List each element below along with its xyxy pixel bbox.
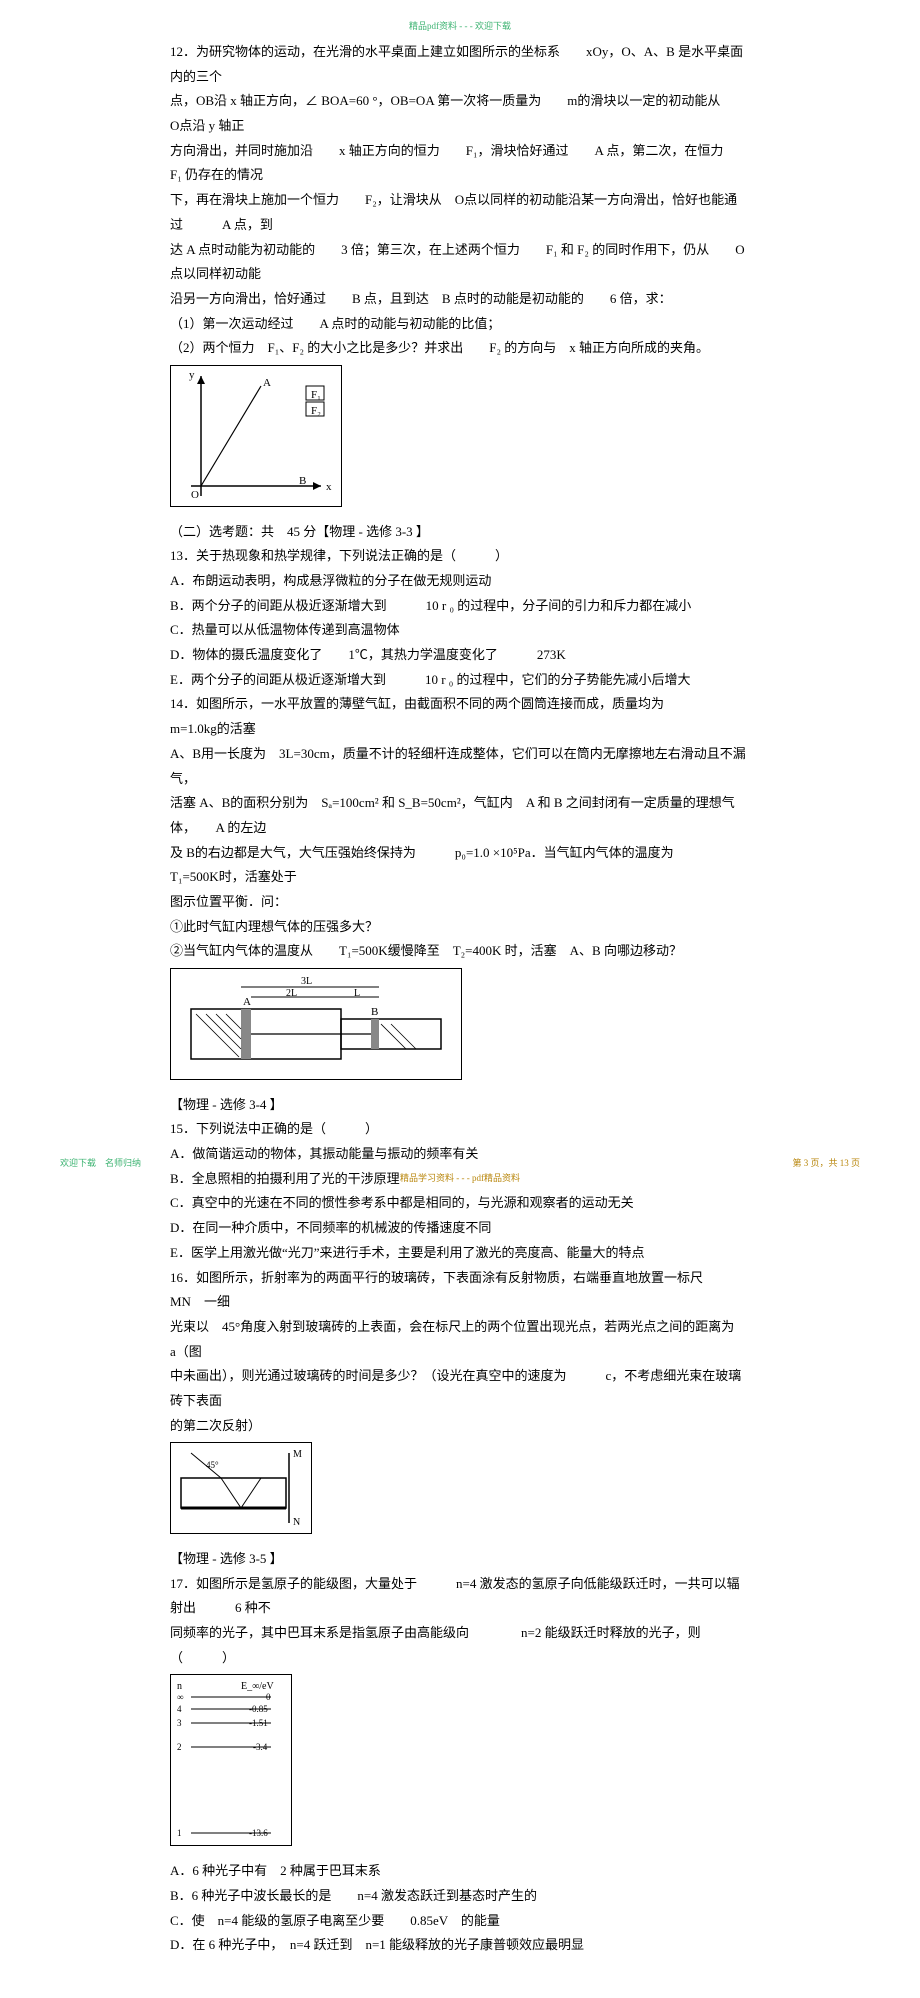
q15-optA: A．做简谐运动的物体，其振动能量与振动的频率有关 bbox=[170, 1142, 750, 1167]
q13-optA: A．布朗运动表明，构成悬浮微粒的分子在做无规则运动 bbox=[170, 569, 750, 594]
q14-line7: ②当气缸内气体的温度从 T₁=500K缓慢降至 T₂=400K 时，活塞 A、B… bbox=[170, 939, 750, 964]
q16-line1: 16．如图所示，折射率为的两面平行的玻璃砖，下表面涂有反射物质，右端垂直地放置一… bbox=[170, 1266, 750, 1315]
q12-line3: 方向滑出，并同时施加沿 x 轴正方向的恒力 F₁，滑块恰好通过 A 点，第二次，… bbox=[170, 139, 750, 188]
svg-text:∞: ∞ bbox=[177, 1692, 183, 1702]
q17-optD: D．在 6 种光子中， n=4 跃迁到 n=1 能级释放的光子康普顿效应最明显 bbox=[170, 1933, 750, 1958]
section35-title: 【物理 - 选修 3-5 】 bbox=[170, 1547, 750, 1572]
q13-optD: D．物体的摄氏温度变化了 1℃，其热力学温度变化了 273K bbox=[170, 643, 750, 668]
q17-line2: 同频率的光子，其中巴耳末系是指氢原子由高能级向 n=2 能级跃迁时释放的光子，则… bbox=[170, 1621, 750, 1670]
q13-line1: 13．关于热现象和热学规律，下列说法正确的是（ ） bbox=[170, 544, 750, 569]
svg-text:0: 0 bbox=[266, 1692, 271, 1702]
svg-text:F₂: F₂ bbox=[311, 405, 321, 417]
svg-text:x: x bbox=[326, 481, 332, 493]
svg-text:4: 4 bbox=[177, 1704, 182, 1714]
svg-text:3: 3 bbox=[177, 1718, 182, 1728]
q12-figure: x y O A B F₁ F₂ bbox=[170, 365, 342, 507]
q13-optE: E．两个分子的间距从极近逐渐增大到 10 r ₀ 的过程中，它们的分子势能先减小… bbox=[170, 668, 750, 693]
q14-line1: 14．如图所示，一水平放置的薄壁气缸，由截面积不同的两个圆筒连接而成，质量均为 … bbox=[170, 692, 750, 741]
svg-text:2L: 2L bbox=[286, 988, 297, 999]
q16-line4: 的第二次反射） bbox=[170, 1414, 750, 1439]
q17-energy-figure: n E_∞/eV ∞ 0 4 -0.85 3 -1.51 2 -3.4 1 -1… bbox=[170, 1674, 292, 1846]
q14-line4: 及 B的右边都是大气，大气压强始终保持为 p₀=1.0 ×10⁵Pa．当气缸内气… bbox=[170, 841, 750, 890]
q12-line5: 达 A 点时动能为初动能的 3 倍；第三次，在上述两个恒力 F₁ 和 F₂ 的同… bbox=[170, 238, 750, 287]
svg-text:-13.6: -13.6 bbox=[249, 1828, 268, 1838]
q17-optA: A．6 种光子中有 2 种属于巴耳末系 bbox=[170, 1859, 750, 1884]
q13-optC: C．热量可以从低温物体传递到高温物体 bbox=[170, 618, 750, 643]
svg-text:1: 1 bbox=[177, 1828, 182, 1838]
footer-right: 第 3 页，共 13 页 bbox=[792, 1155, 860, 1172]
svg-text:-0.85: -0.85 bbox=[249, 1704, 268, 1714]
q14-line6: ①此时气缸内理想气体的压强多大？ bbox=[170, 915, 750, 940]
svg-text:E_∞/eV: E_∞/eV bbox=[241, 1681, 274, 1692]
q12-line1: 12．为研究物体的运动，在光滑的水平桌面上建立如图所示的坐标系 xOy，O、A、… bbox=[170, 40, 750, 89]
q15-line1: 15．下列说法中正确的是（ ） bbox=[170, 1117, 750, 1142]
svg-text:n: n bbox=[177, 1681, 182, 1692]
q14-line5: 图示位置平衡．问： bbox=[170, 890, 750, 915]
svg-text:B: B bbox=[299, 475, 306, 487]
svg-text:3L: 3L bbox=[301, 976, 312, 987]
q16-figure: M N 45° bbox=[170, 1442, 312, 1534]
page-header: 精品pdf资料 - - - 欢迎下载 bbox=[409, 18, 511, 35]
svg-text:N: N bbox=[293, 1517, 300, 1528]
q12-line7: （1）第一次运动经过 A 点时的动能与初动能的比值； bbox=[170, 312, 750, 337]
q17-optC: C．使 n=4 能级的氢原子电离至少要 0.85eV 的能量 bbox=[170, 1909, 750, 1934]
svg-text:A: A bbox=[263, 377, 271, 389]
svg-text:M: M bbox=[293, 1449, 302, 1460]
q17-line1: 17．如图所示是氢原子的能级图，大量处于 n=4 激发态的氢原子向低能级跃迁时，… bbox=[170, 1572, 750, 1621]
q12-line2: 点，OB沿 x 轴正方向，∠ BOA=60 °，OB=OA 第一次将一质量为 m… bbox=[170, 89, 750, 138]
q14-line3: 活塞 A、B的面积分别为 Sₐ=100cm² 和 S_B=50cm²，气缸内 A… bbox=[170, 791, 750, 840]
q13-optB: B．两个分子的间距从极近逐渐增大到 10 r ₀ 的过程中，分子间的引力和斥力都… bbox=[170, 594, 750, 619]
svg-text:-3.4: -3.4 bbox=[253, 1742, 268, 1752]
section2-title: （二）选考题：共 45 分【物理 - 选修 3-3 】 bbox=[170, 520, 750, 545]
q14-figure: A B 3L 2L L bbox=[170, 968, 462, 1080]
svg-text:y: y bbox=[189, 369, 195, 381]
svg-text:2: 2 bbox=[177, 1742, 182, 1752]
svg-text:-1.51: -1.51 bbox=[249, 1718, 268, 1728]
footer-left: 欢迎下载 名师归纳 bbox=[60, 1155, 141, 1172]
q17-optB: B．6 种光子中波长最长的是 n=4 激发态跃迁到基态时产生的 bbox=[170, 1884, 750, 1909]
q12-line6: 沿另一方向滑出，恰好通过 B 点，且到达 B 点时的动能是初动能的 6 倍，求： bbox=[170, 287, 750, 312]
section34-title: 【物理 - 选修 3-4 】 bbox=[170, 1093, 750, 1118]
q15-optE: E．医学上用激光做“光刀”来进行手术，主要是利用了激光的亮度高、能量大的特点 bbox=[170, 1241, 750, 1266]
svg-text:B: B bbox=[371, 1006, 378, 1018]
svg-text:L: L bbox=[354, 988, 360, 999]
q12-line8: （2）两个恒力 F₁、F₂ 的大小之比是多少？并求出 F₂ 的方向与 x 轴正方… bbox=[170, 336, 750, 361]
svg-text:F₁: F₁ bbox=[311, 389, 321, 401]
q15-optD: D．在同一种介质中，不同频率的机械波的传播速度不同 bbox=[170, 1216, 750, 1241]
q12-line4: 下，再在滑块上施加一个恒力 F₂，让滑块从 O点以同样的初动能沿某一方向滑出，恰… bbox=[170, 188, 750, 237]
footer-center: 精品学习资料 - - - pdf精品资料 bbox=[400, 1170, 520, 1187]
q15-optC: C．真空中的光速在不同的惯性参考系中都是相同的，与光源和观察者的运动无关 bbox=[170, 1191, 750, 1216]
q14-line2: A、B用一长度为 3L=30cm，质量不计的轻细杆连成整体，它们可以在筒内无摩擦… bbox=[170, 742, 750, 791]
svg-text:O: O bbox=[191, 489, 199, 501]
q16-line2: 光束以 45°角度入射到玻璃砖的上表面，会在标尺上的两个位置出现光点，若两光点之… bbox=[170, 1315, 750, 1364]
svg-text:45°: 45° bbox=[206, 1460, 219, 1470]
q16-line3: 中未画出），则光通过玻璃砖的时间是多少？（设光在真空中的速度为 c，不考虑细光束… bbox=[170, 1364, 750, 1413]
svg-text:A: A bbox=[243, 996, 251, 1008]
